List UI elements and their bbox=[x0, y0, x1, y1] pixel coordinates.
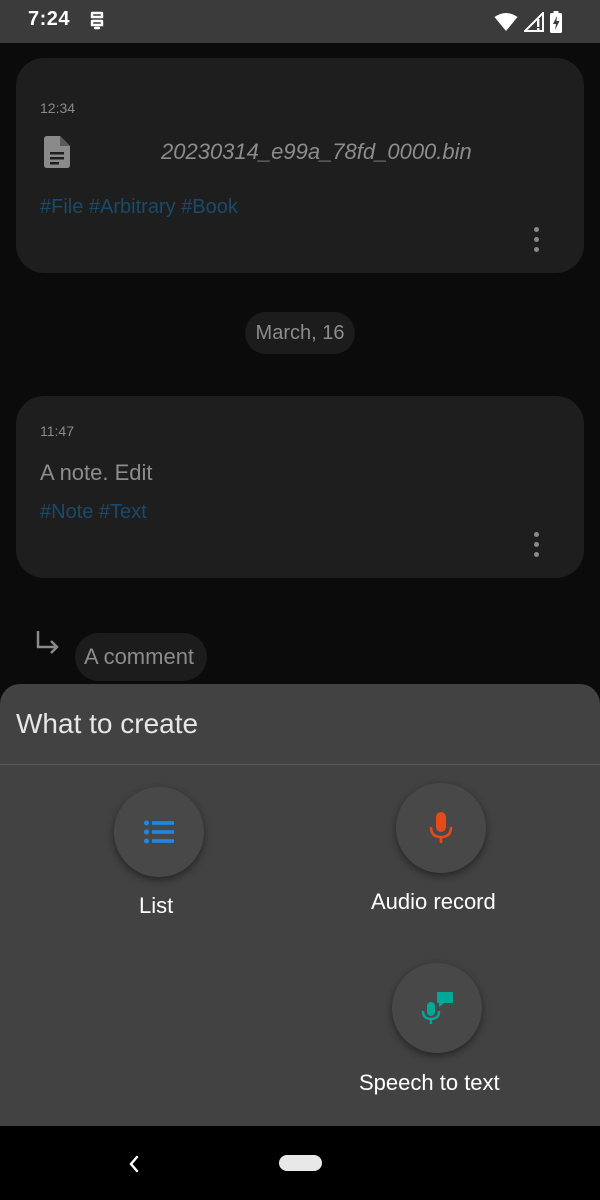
sheet-divider bbox=[0, 764, 600, 765]
status-time: 7:24 bbox=[28, 8, 71, 30]
home-pill-icon[interactable] bbox=[279, 1155, 322, 1171]
list-icon bbox=[144, 820, 174, 844]
create-bottom-sheet: What to create List Audio record Speech bbox=[0, 684, 600, 1126]
navigation-bar bbox=[0, 1126, 600, 1200]
back-icon[interactable] bbox=[124, 1152, 144, 1176]
audio-record-label[interactable]: Audio record bbox=[371, 889, 496, 915]
reply-arrow-icon bbox=[36, 631, 59, 654]
card-tags[interactable]: #File #Arbitrary #Book bbox=[40, 196, 238, 219]
status-bar: 7:24 bbox=[0, 0, 600, 43]
app-notification-icon bbox=[90, 11, 104, 30]
list-label[interactable]: List bbox=[139, 893, 173, 919]
audio-record-button[interactable] bbox=[396, 783, 486, 873]
sheet-title: What to create bbox=[16, 708, 199, 739]
card-time: 11:47 bbox=[40, 423, 74, 439]
date-separator: March, 16 bbox=[245, 312, 355, 354]
card-time: 12:34 bbox=[40, 100, 76, 116]
speech-to-text-icon bbox=[421, 992, 453, 1024]
create-list-button[interactable] bbox=[114, 787, 204, 877]
card-tags[interactable]: #Note #Text bbox=[40, 501, 147, 524]
file-name[interactable]: 20230314_e99a_78fd_0000.bin bbox=[161, 139, 472, 165]
document-icon bbox=[44, 136, 70, 168]
cellular-signal-icon bbox=[524, 12, 544, 32]
more-vert-icon[interactable] bbox=[532, 227, 540, 255]
comment-bubble[interactable]: A comment bbox=[75, 633, 208, 681]
speech-to-text-label[interactable]: Speech to text bbox=[359, 1070, 500, 1096]
wifi-icon bbox=[494, 13, 518, 31]
microphone-icon bbox=[429, 812, 453, 843]
note-card[interactable]: 11:47 A note. Edit #Note #Text bbox=[16, 396, 584, 578]
speech-to-text-button[interactable] bbox=[392, 963, 482, 1053]
file-card[interactable]: 12:34 20230314_e99a_78fd_0000.bin #File … bbox=[16, 58, 584, 273]
note-text[interactable]: A note. Edit bbox=[40, 460, 153, 486]
more-vert-icon[interactable] bbox=[532, 532, 540, 560]
battery-charging-icon bbox=[550, 11, 562, 33]
